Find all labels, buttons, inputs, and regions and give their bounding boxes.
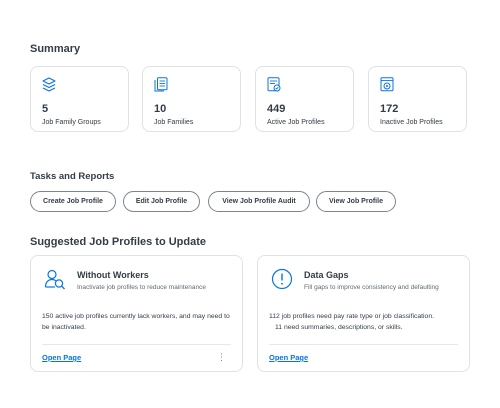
- tasks-title: Tasks and Reports: [30, 171, 115, 182]
- view-job-profile-button[interactable]: View Job Profile: [316, 191, 396, 212]
- summary-count: 172: [380, 103, 399, 115]
- summary-card-job-family-groups[interactable]: 5 Job Family Groups: [30, 66, 129, 132]
- suggestion-card-without-workers: Without Workers Inactivate job profiles …: [30, 255, 243, 372]
- alert-circle-icon: [271, 268, 293, 290]
- edit-job-profile-button[interactable]: Edit Job Profile: [123, 191, 200, 212]
- open-page-link[interactable]: Open Page: [42, 353, 81, 362]
- summary-title: Summary: [30, 43, 81, 55]
- body-text: active job profiles currently lack worke…: [42, 313, 230, 331]
- summary-card-inactive-job-profiles[interactable]: 172 Inactive Job Profiles: [368, 66, 467, 132]
- card-body: 150 active job profiles currently lack w…: [42, 311, 237, 333]
- summary-count: 5: [42, 103, 49, 115]
- summary-label: Job Family Groups: [42, 119, 101, 126]
- summary-count: 449: [267, 103, 286, 115]
- body-text: job profiles need pay rate type or job c…: [281, 313, 434, 320]
- view-job-profile-audit-button[interactable]: View Job Profile Audit: [208, 191, 310, 212]
- summary-card-active-job-profiles[interactable]: 449 Active Job Profiles: [255, 66, 354, 132]
- body-line: 112 job profiles need pay rate type or j…: [269, 311, 464, 322]
- card-title: Without Workers: [77, 270, 149, 280]
- summary-count: 10: [154, 103, 167, 115]
- divider: [42, 344, 231, 345]
- create-job-profile-button[interactable]: Create Job Profile: [30, 191, 116, 212]
- summary-label: Active Job Profiles: [267, 119, 325, 126]
- summary-label: Inactive Job Profiles: [380, 119, 443, 126]
- card-subtitle: Inactivate job profiles to reduce mainte…: [77, 284, 206, 291]
- body-count: 150: [42, 313, 54, 320]
- card-subtitle: Fill gaps to improve consistency and def…: [304, 284, 439, 291]
- checklist-icon: [267, 77, 281, 92]
- divider: [269, 344, 458, 345]
- body-text: need summaries, descriptions, or skills.: [283, 324, 403, 331]
- layers-icon: [42, 77, 56, 92]
- suggestion-card-data-gaps: Data Gaps Fill gaps to improve consisten…: [257, 255, 470, 372]
- body-count: 112: [269, 313, 280, 320]
- summary-label: Job Families: [154, 119, 194, 126]
- archive-box-icon: [380, 77, 394, 92]
- summary-card-job-families[interactable]: 10 Job Families: [142, 66, 241, 132]
- suggested-title: Suggested Job Profiles to Update: [30, 236, 207, 248]
- open-page-link[interactable]: Open Page: [269, 353, 308, 362]
- more-options-icon[interactable]: ⋮: [217, 352, 226, 363]
- card-body: 112 job profiles need pay rate type or j…: [269, 311, 464, 333]
- user-search-icon: [44, 269, 65, 290]
- body-line: 11 need summaries, descriptions, or skil…: [269, 322, 464, 333]
- body-count: 11: [275, 324, 283, 331]
- document-stack-icon: [154, 77, 168, 92]
- card-title: Data Gaps: [304, 270, 349, 280]
